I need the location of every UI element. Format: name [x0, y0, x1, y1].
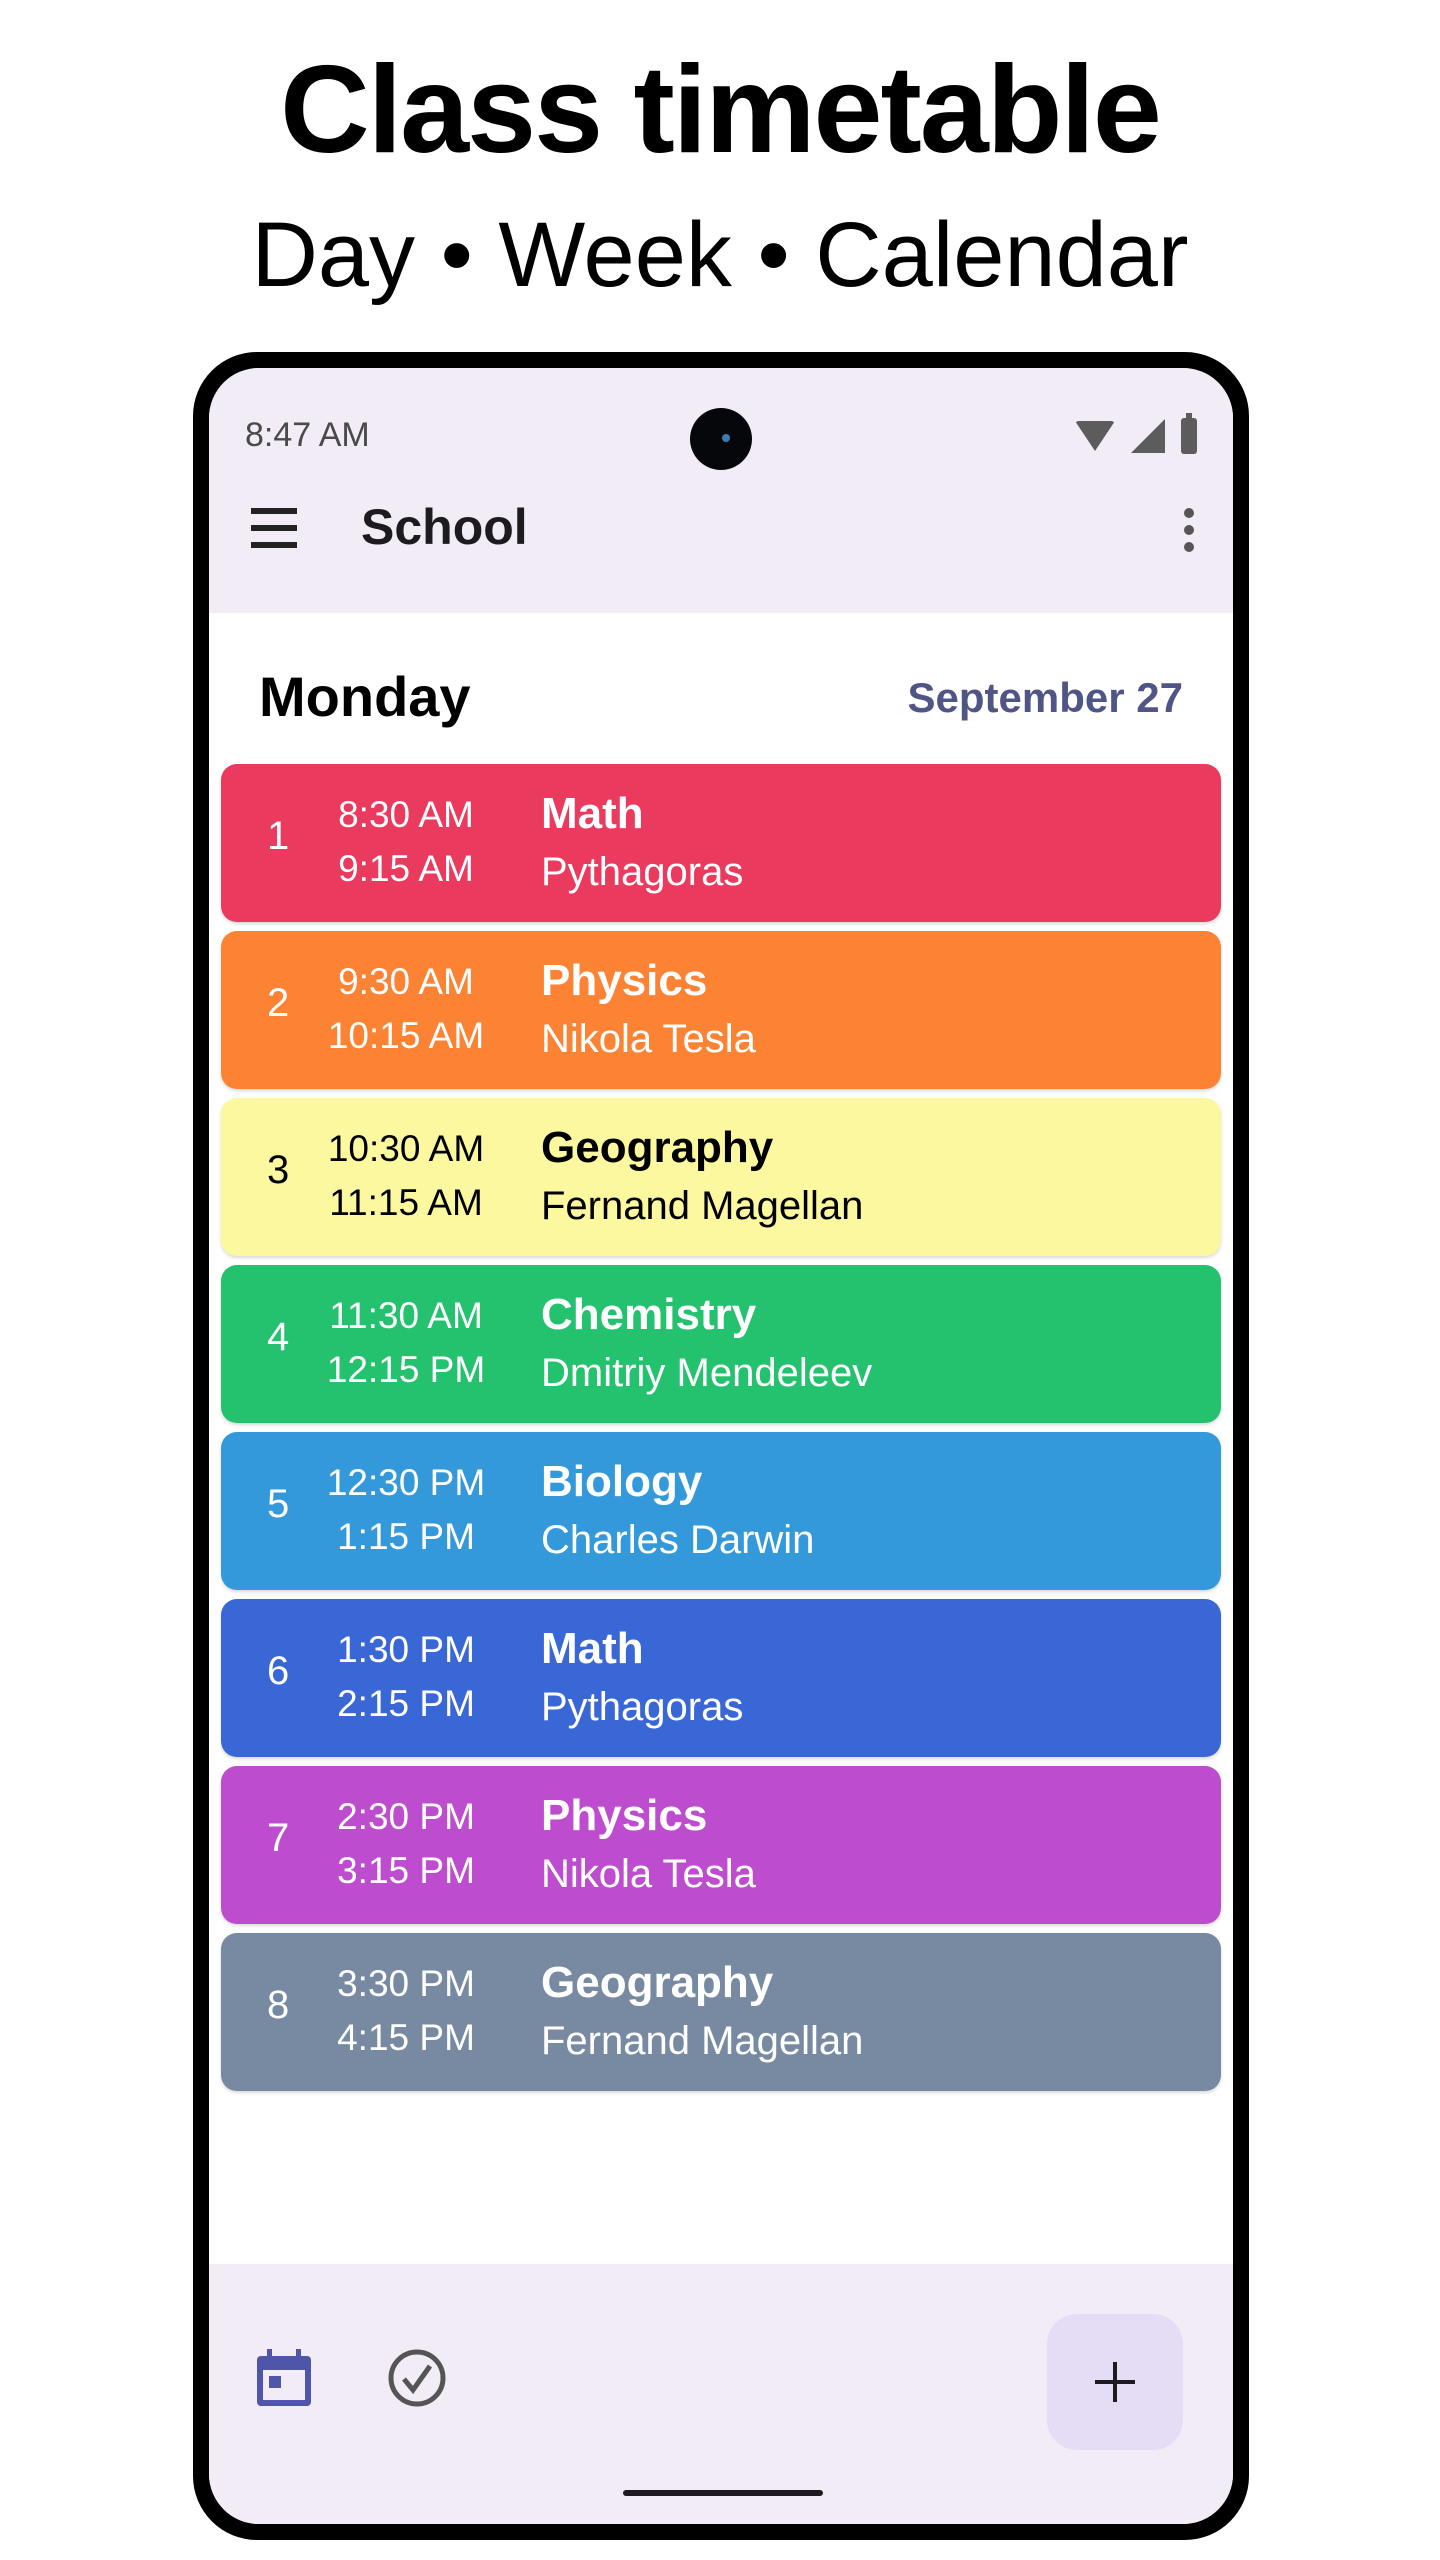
- battery-icon: [1181, 413, 1197, 454]
- lesson-end-time: 12:15 PM: [326, 1349, 486, 1390]
- lesson-teacher: Dmitriy Mendeleev: [541, 1351, 873, 1395]
- app-screen: 8:47 AM School Monday September 27 1 8:30…: [209, 368, 1233, 2524]
- lesson-end-time: 1:15 PM: [337, 1516, 475, 1557]
- lesson-subject: Biology: [541, 1457, 703, 1506]
- calendar-icon[interactable]: [255, 2348, 313, 2408]
- lesson-times: 12:30 PM 1:15 PM: [321, 1456, 491, 1564]
- promo-subtitle: Day • Week • Calendar: [251, 204, 1189, 306]
- lesson-subject: Geography: [541, 1958, 774, 2007]
- lesson-end-time: 4:15 PM: [337, 2017, 475, 2058]
- lesson-times: 9:30 AM 10:15 AM: [321, 955, 491, 1063]
- lesson-subject: Physics: [541, 1791, 708, 1840]
- wifi-icon: [1075, 421, 1115, 451]
- app-title: School: [361, 499, 528, 555]
- check-circle-icon[interactable]: [387, 2348, 447, 2408]
- lesson-end-time: 3:15 PM: [337, 1850, 475, 1891]
- lesson-start-time: 3:30 PM: [337, 1963, 475, 2004]
- lesson-teacher: Nikola Tesla: [541, 1017, 756, 1061]
- lesson-times: 10:30 AM 11:15 AM: [321, 1122, 491, 1230]
- lesson-number: 4: [267, 1315, 290, 1359]
- lesson-number: 2: [267, 981, 290, 1025]
- day-title: Monday: [259, 665, 471, 728]
- lesson-number: 5: [267, 1482, 290, 1526]
- lesson-start-time: 1:30 PM: [337, 1629, 475, 1670]
- lesson-teacher: Fernand Magellan: [541, 1184, 864, 1228]
- home-indicator[interactable]: [623, 2490, 823, 2496]
- lesson-number: 8: [267, 1983, 290, 2027]
- lesson-start-time: 9:30 AM: [338, 961, 474, 1002]
- lesson-start-time: 10:30 AM: [327, 1128, 485, 1169]
- lesson-times: 2:30 PM 3:15 PM: [321, 1790, 491, 1898]
- lesson-times: 8:30 AM 9:15 AM: [321, 788, 491, 896]
- lesson-number: 6: [267, 1649, 290, 1693]
- menu-icon[interactable]: [251, 508, 297, 548]
- lesson-teacher: Nikola Tesla: [541, 1852, 756, 1896]
- lesson-card[interactable]: 8 3:30 PM 4:15 PM Geography Fernand Magellan: [221, 1933, 1221, 2091]
- plus-icon: [1095, 2362, 1135, 2402]
- lesson-number: 3: [267, 1148, 290, 1192]
- bottom-bar: [209, 2264, 1233, 2524]
- lesson-end-time: 9:15 AM: [338, 848, 474, 889]
- phone-frame: 8:47 AM School Monday September 27 1 8:30…: [193, 352, 1249, 2540]
- lesson-card[interactable]: 5 12:30 PM 1:15 PM Biology Charles Darwin: [221, 1432, 1221, 1590]
- add-lesson-button[interactable]: [1047, 2314, 1183, 2450]
- lesson-list: 1 8:30 AM 9:15 AM Math Pythagoras 2 9:30 AM 10:…: [221, 764, 1221, 2100]
- lesson-end-time: 11:15 AM: [329, 1182, 483, 1223]
- date-label[interactable]: September 27: [908, 674, 1183, 722]
- lesson-subject: Chemistry: [541, 1290, 757, 1339]
- lesson-card[interactable]: 2 9:30 AM 10:15 AM Physics Nikola Tesla: [221, 931, 1221, 1089]
- lesson-number: 1: [267, 814, 290, 858]
- lesson-card[interactable]: 3 10:30 AM 11:15 AM Geography Fernand Magell…: [221, 1098, 1221, 1256]
- lesson-card[interactable]: 1 8:30 AM 9:15 AM Math Pythagoras: [221, 764, 1221, 922]
- status-time: 8:47 AM: [245, 416, 370, 454]
- promo-title: Class timetable: [280, 41, 1162, 179]
- lesson-card[interactable]: 7 2:30 PM 3:15 PM Physics Nikola Tesla: [221, 1766, 1221, 1924]
- status-icons: [1075, 413, 1197, 454]
- lesson-subject: Geography: [541, 1123, 774, 1172]
- more-vert-icon[interactable]: [1183, 508, 1195, 552]
- lesson-start-time: 11:30 AM: [329, 1295, 483, 1336]
- lesson-teacher: Fernand Magellan: [541, 2019, 864, 2063]
- lesson-times: 11:30 AM 12:15 PM: [321, 1289, 491, 1397]
- lesson-card[interactable]: 4 11:30 AM 12:15 PM Chemistry Dmitriy Mendel…: [221, 1265, 1221, 1423]
- camera-cutout: [690, 408, 752, 470]
- lesson-subject: Physics: [541, 956, 708, 1005]
- lesson-start-time: 2:30 PM: [337, 1796, 475, 1837]
- lesson-card[interactable]: 6 1:30 PM 2:15 PM Math Pythagoras: [221, 1599, 1221, 1757]
- lesson-subject: Math: [541, 789, 644, 838]
- lesson-times: 3:30 PM 4:15 PM: [321, 1957, 491, 2065]
- lesson-teacher: Charles Darwin: [541, 1518, 815, 1562]
- lesson-end-time: 2:15 PM: [337, 1683, 475, 1724]
- lesson-teacher: Pythagoras: [541, 850, 744, 894]
- top-app-bar: 8:47 AM School: [209, 368, 1233, 613]
- signal-icon: [1131, 419, 1165, 453]
- lesson-number: 7: [267, 1816, 290, 1860]
- lesson-subject: Math: [541, 1624, 644, 1673]
- lesson-teacher: Pythagoras: [541, 1685, 744, 1729]
- lesson-times: 1:30 PM 2:15 PM: [321, 1623, 491, 1731]
- lesson-start-time: 8:30 AM: [338, 794, 474, 835]
- lesson-end-time: 10:15 AM: [327, 1015, 485, 1056]
- lesson-start-time: 12:30 PM: [326, 1462, 486, 1503]
